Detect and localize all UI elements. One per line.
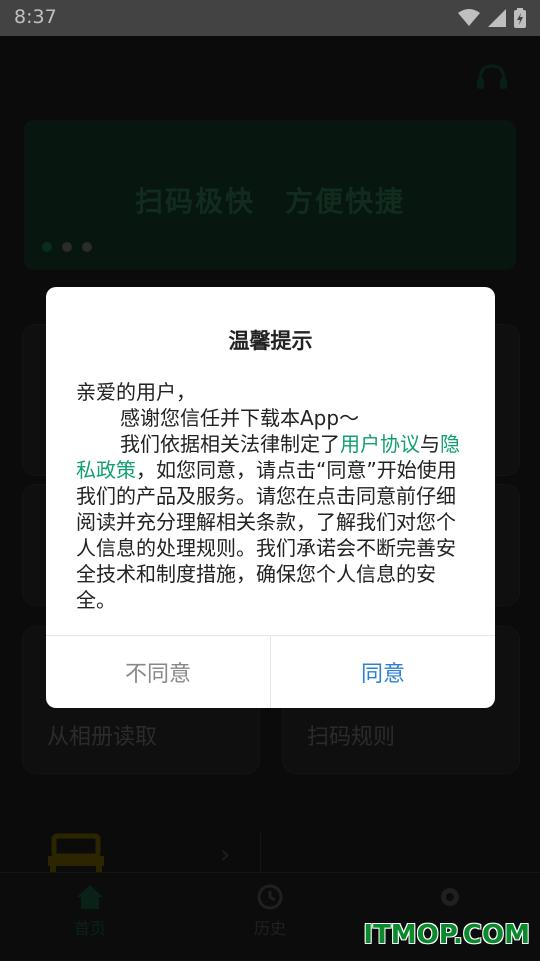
dialog-footer: 不同意 同意 — [46, 635, 495, 708]
agree-button[interactable]: 同意 — [271, 636, 495, 708]
user-agreement-link[interactable]: 用户协议 — [340, 432, 420, 456]
watermark: ITMOP.COM — [363, 920, 530, 950]
dialog-body: 亲爱的用户， 感谢您信任并下载本App～ 我们依据相关法律制定了用户协议与隐私政… — [76, 379, 465, 613]
disagree-button[interactable]: 不同意 — [46, 636, 271, 708]
dialog-line2-prefix: 我们依据相关法律制定了 — [120, 432, 340, 456]
dialog-line1: 感谢您信任并下载本App～ — [120, 406, 360, 430]
privacy-dialog: 温馨提示 亲爱的用户， 感谢您信任并下载本App～ 我们依据相关法律制定了用户协… — [46, 287, 495, 708]
dialog-and: 与 — [420, 432, 440, 456]
dialog-greeting: 亲爱的用户， — [76, 380, 196, 404]
dialog-paragraph: 我们依据相关法律制定了用户协议与隐私政策，如您同意，请点击“同意”开始使用我们的… — [76, 431, 465, 613]
dialog-title: 温馨提示 — [228, 329, 313, 353]
